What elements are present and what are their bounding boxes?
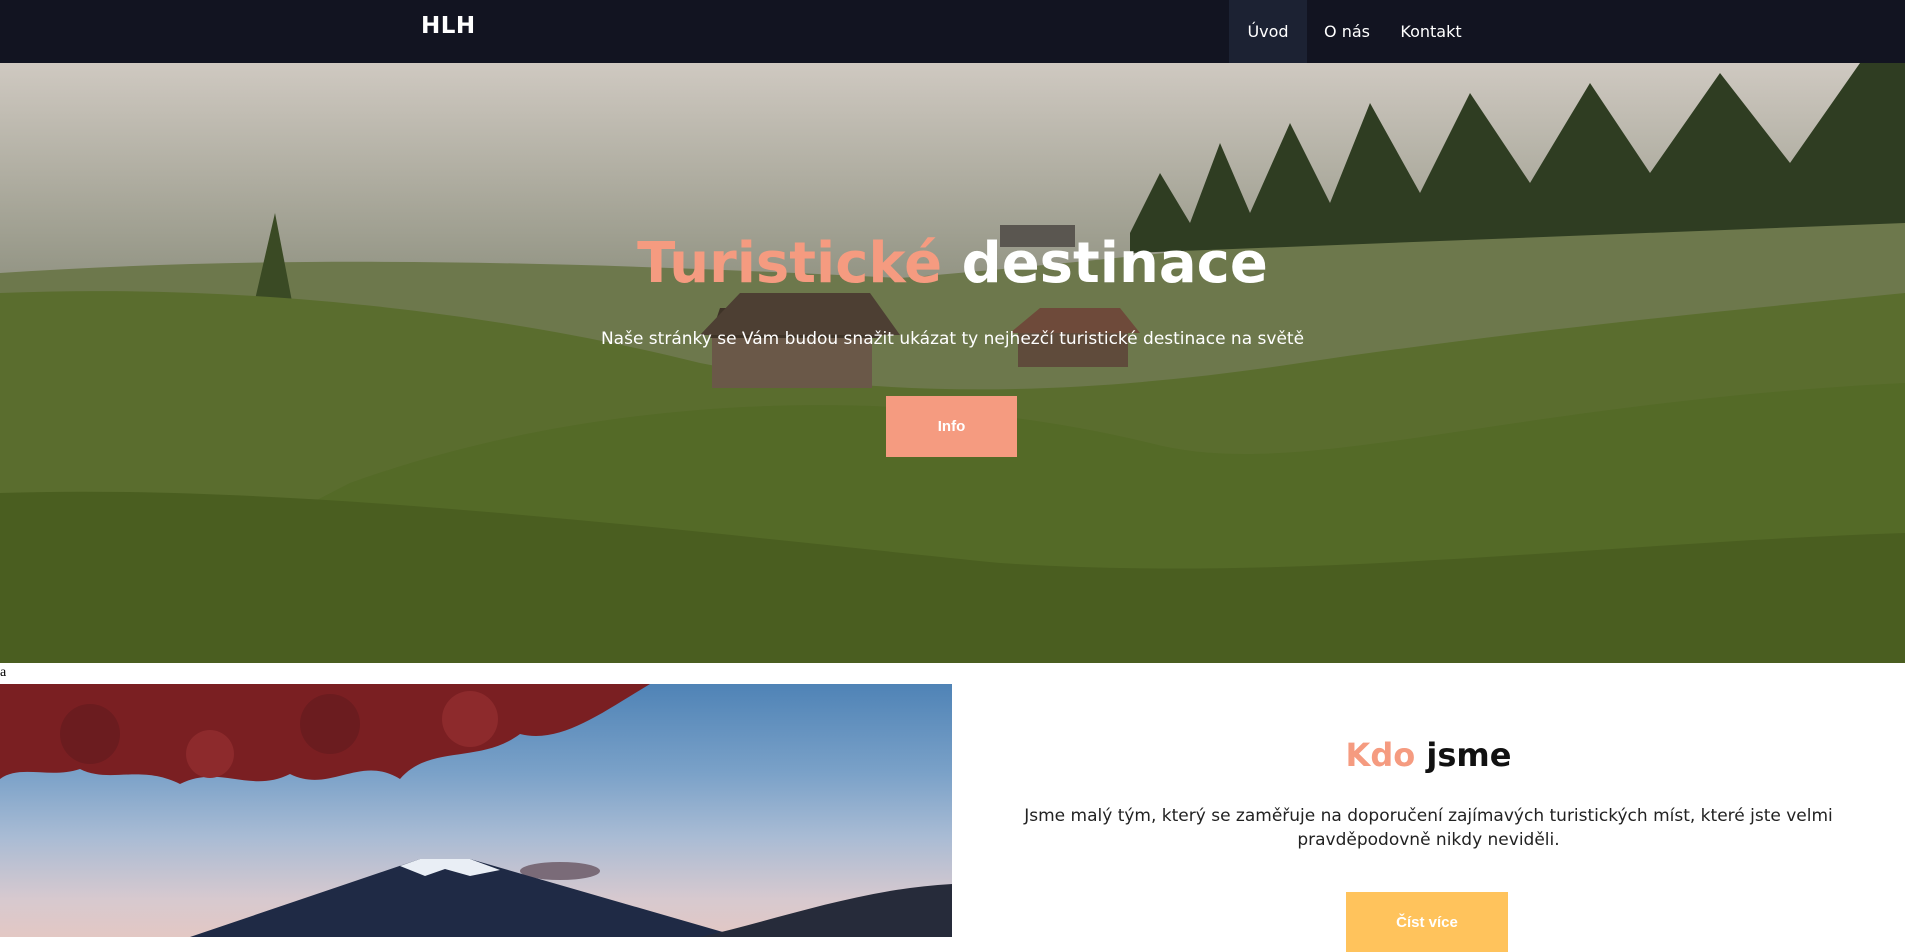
hero-subtitle: Naše stránky se Vám budou snažit ukázat … <box>600 329 1305 349</box>
read-more-button[interactable]: Číst více <box>1346 892 1508 952</box>
about-section: Kdo jsme Jsme malý tým, který se zaměřuj… <box>952 684 1905 952</box>
hero-title-rest: destinace <box>961 231 1268 296</box>
hero-background-landscape <box>0 63 1905 663</box>
about-text: Jsme malý tým, který se zaměřuje na dopo… <box>1024 806 1833 850</box>
stray-text: a <box>0 665 7 680</box>
nav-item-o-nas[interactable]: O nás <box>1307 0 1387 63</box>
hero-title-accent: Turistické <box>637 231 943 296</box>
brand-logo[interactable]: HLH <box>421 13 476 39</box>
navbar: HLH Úvod O nás Kontakt <box>0 0 1905 63</box>
info-button[interactable]: Info <box>886 396 1017 457</box>
mount-fuji-image <box>0 684 952 937</box>
nav-menu: Úvod O nás Kontakt <box>1229 0 1475 63</box>
about-title: Kdo jsme <box>952 736 1905 774</box>
nav-item-kontakt[interactable]: Kontakt <box>1387 0 1475 63</box>
about-title-accent: Kdo <box>1345 736 1416 774</box>
hero-title: Turistické destinace <box>0 231 1905 296</box>
about-title-rest: jsme <box>1426 736 1512 774</box>
hero-section: Turistické destinace Naše stránky se Vám… <box>0 63 1905 663</box>
nav-item-uvod[interactable]: Úvod <box>1229 0 1307 63</box>
about-image <box>0 684 952 937</box>
